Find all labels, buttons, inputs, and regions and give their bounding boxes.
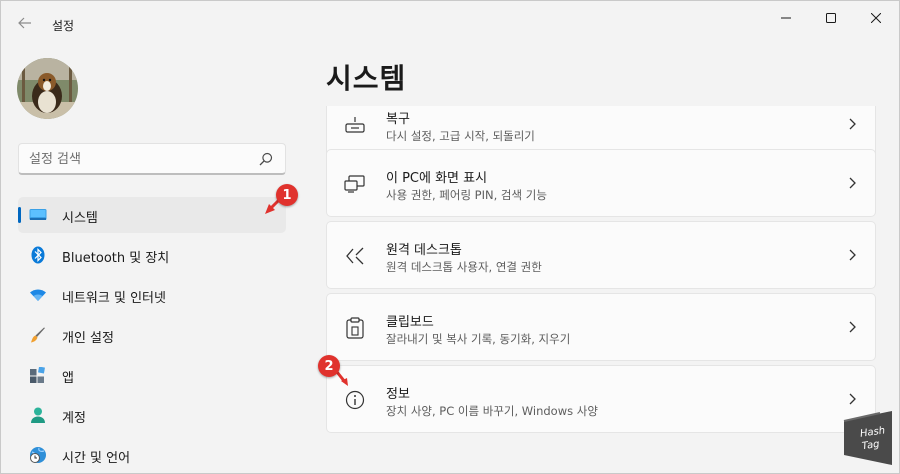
chevron-right-icon [849,177,856,189]
sidebar-item-network[interactable]: 네트워크 및 인터넷 [18,277,286,313]
monitor-icon [29,206,47,224]
sidebar-item-personalization[interactable]: 개인 설정 [18,317,286,353]
close-button[interactable] [853,1,899,35]
sidebar-item-label: 개인 설정 [62,331,114,346]
card-subtitle: 사용 권한, 페어링 PIN, 검색 기능 [386,188,547,202]
settings-window: 설정 설정 검색 시스템 Bluetooth 및 장치 네트워크 및 인터넷 개… [0,0,900,474]
maximize-button[interactable] [808,1,854,35]
card-title: 복구 [386,112,410,127]
sidebar-item-label: 시간 및 언어 [62,451,131,466]
brush-icon [29,326,47,344]
minimize-icon [781,17,791,19]
clipboard-icon [344,317,366,339]
person-icon [29,406,47,424]
app-title: 설정 [52,19,75,33]
setting-card-clipboard[interactable]: 클립보드 잘라내기 및 복사 기록, 동기화, 지우기 [326,293,876,361]
card-subtitle: 잘라내기 및 복사 기록, 동기화, 지우기 [386,332,571,346]
sidebar-item-bluetooth[interactable]: Bluetooth 및 장치 [18,237,286,273]
minimize-button[interactable] [763,1,809,35]
remote-desktop-icon [344,245,366,267]
wifi-icon [29,286,47,304]
search-icon[interactable] [259,152,273,166]
sidebar-item-label: 네트워크 및 인터넷 [62,291,166,306]
card-subtitle: 원격 데스크톱 사용자, 연결 권한 [386,260,542,274]
card-title: 원격 데스크톱 [386,243,462,258]
sidebar-item-label: 앱 [62,371,74,386]
chevron-right-icon [849,118,856,130]
setting-card-remote-desktop[interactable]: 원격 데스크톱 원격 데스크톱 사용자, 연결 권한 [326,221,876,289]
apps-icon [29,366,47,384]
watermark-logo: Hash Tag [840,409,896,469]
close-icon [871,13,881,23]
sidebar-nav: 시스템 Bluetooth 및 장치 네트워크 및 인터넷 개인 설정 앱 계정… [18,197,286,473]
sidebar-item-time-language[interactable]: 시간 및 언어 [18,437,286,473]
sidebar-item-apps[interactable]: 앱 [18,357,286,393]
page-title: 시스템 [326,62,407,95]
back-button[interactable] [9,9,41,37]
recovery-icon [344,114,366,136]
annotation-marker-1: 1 [276,184,298,206]
bluetooth-icon [29,246,47,264]
sidebar-item-label: 시스템 [62,211,98,226]
sidebar-item-label: 계정 [62,411,86,426]
card-title: 이 PC에 화면 표시 [386,171,488,186]
search-input[interactable] [29,148,249,170]
card-title: 정보 [386,387,410,402]
sidebar-item-label: Bluetooth 및 장치 [62,251,170,266]
card-subtitle: 다시 설정, 고급 시작, 되돌리기 [386,129,535,143]
setting-card-project-to-pc[interactable]: 이 PC에 화면 표시 사용 권한, 페어링 PIN, 검색 기능 [326,149,876,217]
project-icon [344,173,366,195]
chevron-right-icon [849,321,856,333]
avatar[interactable] [17,58,78,119]
card-subtitle: 장치 사양, PC 이름 바꾸기, Windows 사양 [386,404,598,418]
chevron-right-icon [849,249,856,261]
search-box[interactable] [18,143,286,175]
avatar-photo [17,58,78,119]
annotation-marker-2: 2 [318,355,340,377]
maximize-icon [826,13,836,23]
card-title: 클립보드 [386,315,434,330]
sidebar-item-system[interactable]: 시스템 [18,197,286,233]
chevron-right-icon [849,393,856,405]
sidebar-item-accounts[interactable]: 계정 [18,397,286,433]
info-icon [344,389,366,411]
clock-globe-icon [29,446,47,464]
title-bar: 설정 [1,1,899,41]
arrow-left-icon [18,17,31,29]
settings-list: 복구 다시 설정, 고급 시작, 되돌리기 이 PC에 화면 표시 사용 권한,… [326,106,876,473]
setting-card-about[interactable]: 정보 장치 사양, PC 이름 바꾸기, Windows 사양 [326,365,876,433]
